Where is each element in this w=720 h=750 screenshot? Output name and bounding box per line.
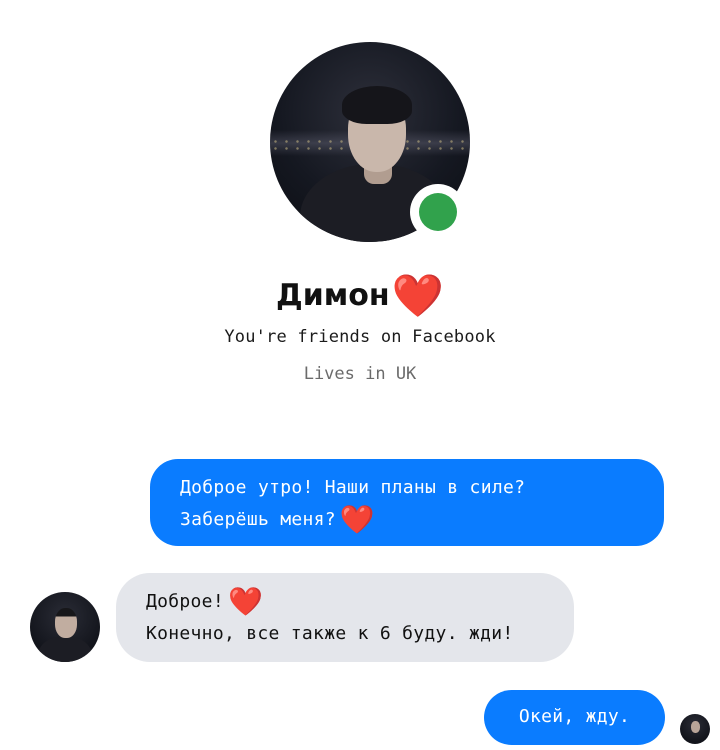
avatar-person-body xyxy=(38,636,92,662)
contact-name-row: Димон ❤️ xyxy=(0,270,720,320)
location-text: Lives in UK xyxy=(303,364,417,384)
message-bubble-incoming[interactable]: Доброе! ❤️ Конечно, все также к 6 буду. ж… xyxy=(116,573,574,662)
online-status-badge xyxy=(410,184,466,240)
heart-icon: ❤️ xyxy=(391,271,444,320)
heart-icon: ❤️ xyxy=(339,503,376,536)
read-receipt-avatar xyxy=(680,714,710,744)
message-line: Доброе утро! Наши планы в силе? xyxy=(180,477,526,498)
message-line: Окей, жду. xyxy=(518,706,631,727)
avatar-person-head xyxy=(55,608,77,638)
message-line: Доброе! xyxy=(146,591,224,612)
heart-icon: ❤️ xyxy=(227,585,264,618)
avatar-person-head xyxy=(691,721,700,733)
friends-status-text: You're friends on Facebook xyxy=(224,327,496,347)
message-bubble-outgoing[interactable]: Доброе утро! Наши планы в силе? Заберёшь… xyxy=(150,459,664,546)
message-line: Заберёшь меня? xyxy=(180,509,336,530)
photo-person-hair xyxy=(342,86,412,124)
message-line-with-emoji: Доброе! ❤️ xyxy=(146,586,544,618)
online-status-icon xyxy=(419,193,457,231)
message-line: Конечно, все также к 6 буду. жди! xyxy=(146,623,514,644)
message-line-with-emoji: Заберёшь меня? ❤️ xyxy=(180,504,634,536)
contact-avatar[interactable] xyxy=(30,592,100,662)
message-bubble-outgoing[interactable]: Окей, жду. xyxy=(484,690,665,745)
contact-name: Димон xyxy=(276,277,390,313)
